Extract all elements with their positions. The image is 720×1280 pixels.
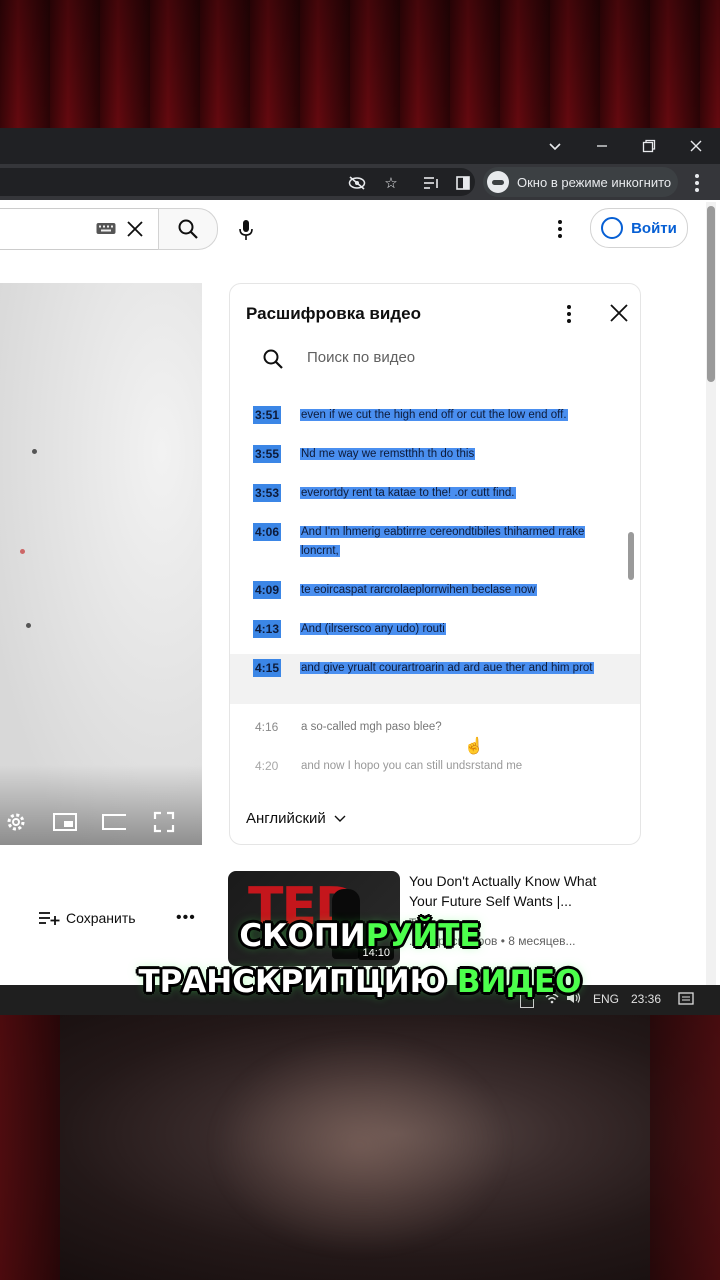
incognito-icon bbox=[487, 171, 509, 193]
incognito-label: Окно в режиме инкогнито bbox=[517, 174, 672, 190]
transcript-segment[interactable]: 4:06 And I'm lhmerig eabtirrre cereondti… bbox=[230, 523, 640, 567]
clear-search-icon[interactable] bbox=[125, 219, 145, 239]
transcript-segment[interactable]: 3:55 Nd me way we remstthh th do this bbox=[230, 445, 640, 471]
transcript-scrollbar[interactable] bbox=[628, 532, 634, 580]
segment-text: And I'm lhmerig eabtirrre cereondtibiles… bbox=[300, 526, 586, 557]
background-presenter-hands bbox=[0, 1015, 720, 1280]
browser-menu-icon[interactable] bbox=[695, 174, 699, 192]
segment-text: even if we cut the high end off or cut t… bbox=[300, 409, 568, 421]
search-icon bbox=[178, 219, 198, 239]
segment-timestamp: 3:53 bbox=[253, 484, 282, 502]
video-player[interactable] bbox=[0, 283, 202, 845]
address-bar: ☆ Окно в режиме инкогнито bbox=[0, 164, 720, 201]
transcript-panel: Расшифровка видео Поиск по видео 3:51 ev… bbox=[229, 283, 641, 845]
transcript-menu-icon[interactable] bbox=[567, 305, 571, 323]
segment-timestamp: 4:09 bbox=[253, 581, 282, 599]
segment-text: a so-called mgh paso blee? bbox=[301, 721, 442, 733]
voice-search-icon[interactable] bbox=[232, 216, 260, 244]
fullscreen-icon[interactable] bbox=[152, 811, 176, 833]
segment-text: And (ilrsersco any udo) routi bbox=[300, 623, 446, 635]
hand-cursor-icon: ☝ bbox=[464, 738, 484, 755]
bookmark-star-icon[interactable]: ☆ bbox=[380, 172, 402, 194]
segment-timestamp: 4:20 bbox=[255, 759, 279, 773]
browser-screen: ☆ Окно в режиме инкогнито Войти Расшифро… bbox=[0, 128, 720, 1015]
transcript-segment[interactable]: 4:09 te eoircaspat rarcrolaeplorrwihen b… bbox=[230, 581, 640, 607]
page-scrollbar[interactable] bbox=[706, 202, 716, 1015]
segment-timestamp: 4:06 bbox=[253, 523, 282, 541]
youtube-settings-menu-icon[interactable] bbox=[558, 220, 562, 238]
browser-titlebar bbox=[0, 128, 720, 164]
segment-text: and give yrualt courartroarin ad ard aue… bbox=[300, 662, 594, 674]
segment-text: Nd me way we remstthh th do this bbox=[300, 448, 476, 460]
transcript-segment[interactable]: 4:13 And (ilrsersco any udo) routi bbox=[230, 620, 640, 646]
settings-gear-icon[interactable] bbox=[4, 811, 28, 833]
youtube-header: Войти bbox=[0, 200, 720, 258]
transcript-segment[interactable]: 4:16 a so-called mgh paso blee? bbox=[230, 718, 640, 740]
restore-icon[interactable] bbox=[625, 128, 673, 164]
segment-text: te eoircaspat rarcrolaeplorrwihen beclas… bbox=[300, 584, 537, 596]
segment-timestamp: 4:13 bbox=[253, 620, 282, 638]
transcript-segment[interactable]: 4:15 and give yrualt courartroarin ad ar… bbox=[230, 654, 640, 704]
user-icon bbox=[601, 217, 624, 239]
close-transcript-icon[interactable] bbox=[606, 300, 632, 326]
side-panel-icon[interactable] bbox=[452, 172, 474, 194]
miniplayer-icon[interactable] bbox=[53, 811, 77, 833]
background-curtain-top bbox=[0, 0, 720, 128]
transcript-segment[interactable]: 3:51 even if we cut the high end off or … bbox=[230, 406, 640, 432]
signin-button[interactable]: Войти bbox=[590, 208, 688, 248]
language-select[interactable]: Английский bbox=[246, 810, 346, 827]
segment-text: and now I hopo you can still undsrstand … bbox=[301, 760, 523, 772]
search-button[interactable] bbox=[158, 208, 218, 250]
transcript-segment[interactable]: 3:53 everortdy rent ta katae to the! .or… bbox=[230, 484, 640, 510]
caption-line-2: ТРАНСКРИПЦИЮ ВИДЕО bbox=[138, 964, 582, 1000]
segment-timestamp: 4:16 bbox=[255, 720, 279, 734]
related-video-title[interactable]: You Don't Actually Know What Your Future… bbox=[409, 871, 619, 911]
chevron-down-icon bbox=[334, 815, 346, 822]
transcript-title: Расшифровка видео bbox=[246, 304, 421, 323]
segment-timestamp: 3:55 bbox=[253, 445, 282, 463]
transcript-segment[interactable]: 4:20 and now I hopo you can still undsrs… bbox=[230, 757, 640, 779]
transcript-search-icon[interactable] bbox=[262, 348, 284, 370]
theater-mode-icon[interactable] bbox=[102, 811, 126, 833]
tab-search-chevron-icon[interactable] bbox=[531, 128, 579, 164]
segment-timestamp: 4:15 bbox=[253, 659, 282, 677]
media-queue-icon[interactable] bbox=[420, 172, 442, 194]
transcript-search-input[interactable]: Поиск по видео bbox=[307, 349, 415, 366]
keyboard-icon[interactable] bbox=[96, 221, 116, 235]
caption-line-1: СКОПИРУЙТЕ bbox=[239, 918, 481, 954]
incognito-badge[interactable]: Окно в режиме инкогнито bbox=[483, 167, 678, 197]
eye-off-icon[interactable] bbox=[346, 172, 368, 194]
close-window-icon[interactable] bbox=[672, 128, 720, 164]
minimize-icon[interactable] bbox=[578, 128, 626, 164]
segment-text: everortdy rent ta katae to the! .or cutt… bbox=[300, 487, 516, 499]
url-field[interactable] bbox=[0, 168, 475, 196]
youtube-search-input[interactable] bbox=[0, 208, 159, 250]
segment-timestamp: 3:51 bbox=[253, 406, 282, 424]
